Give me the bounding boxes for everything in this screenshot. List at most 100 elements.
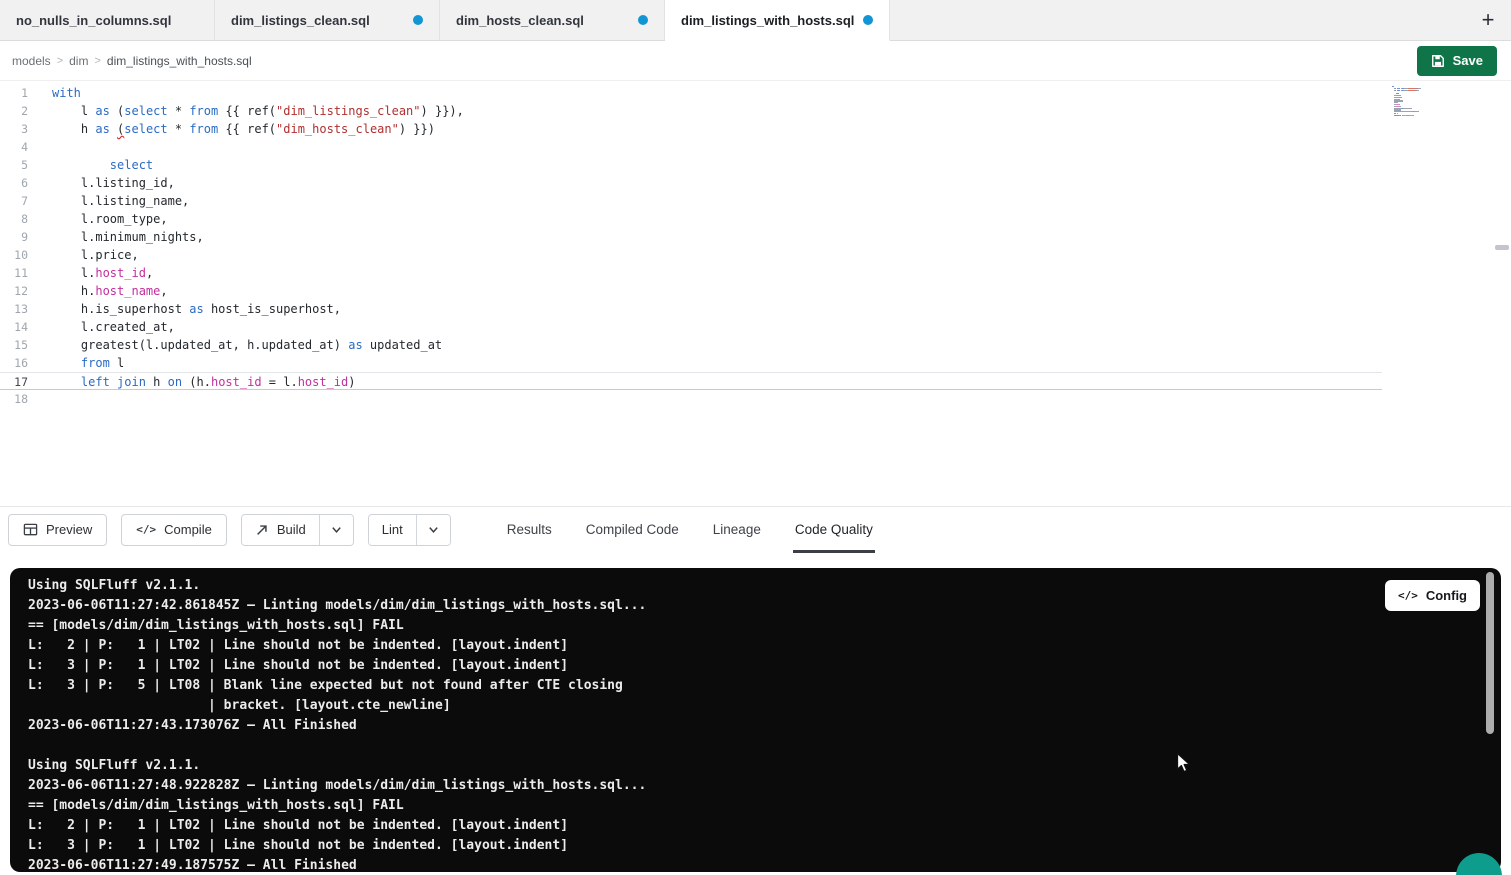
code-text: left join h on (h.host_id = l.host_id) [28, 373, 356, 389]
code-token: select [110, 158, 153, 172]
code-line[interactable]: 1with [0, 84, 1382, 102]
terminal-line: 2023-06-06T11:27:42.861845Z — Linting mo… [28, 596, 1501, 616]
panel-tab-results[interactable]: Results [505, 507, 554, 553]
new-tab-button[interactable]: + [1465, 0, 1511, 40]
line-number: 18 [0, 390, 28, 408]
breadcrumb-item[interactable]: dim [69, 54, 88, 68]
code-line[interactable]: 10 l.price, [0, 246, 1382, 264]
code-line[interactable]: 4 [0, 138, 1382, 156]
compile-button[interactable]: </> Compile [121, 514, 227, 546]
preview-table-icon [23, 522, 38, 537]
editor-tab[interactable]: dim_hosts_clean.sql [440, 0, 665, 40]
code-text: from l [28, 354, 124, 372]
code-token: as [348, 338, 362, 352]
terminal-line: == [models/dim/dim_listings_with_hosts.s… [28, 616, 1501, 636]
terminal-output: Using SQLFluff v2.1.1.2023-06-06T11:27:4… [28, 576, 1501, 872]
minimap[interactable] [1392, 86, 1452, 118]
terminal-line: L: 2 | P: 1 | LT02 | Line should not be … [28, 816, 1501, 836]
code-token: as [95, 122, 109, 136]
code-line[interactable]: 12 h.host_name, [0, 282, 1382, 300]
build-button[interactable]: Build [242, 515, 319, 545]
code-token: host_name [95, 284, 160, 298]
line-number: 15 [0, 336, 28, 354]
breadcrumb-item[interactable]: models [12, 54, 51, 68]
code-text: l as (select * from {{ ref("dim_listings… [28, 102, 464, 120]
code-token: from [81, 356, 110, 370]
code-token: as [189, 302, 203, 316]
code-line[interactable]: 15 greatest(l.updated_at, h.updated_at) … [0, 336, 1382, 354]
code-token [52, 375, 81, 389]
terminal-panel: Using SQLFluff v2.1.1.2023-06-06T11:27:4… [10, 568, 1501, 872]
tab-label: dim_listings_clean.sql [231, 13, 370, 28]
code-icon: </> [136, 523, 156, 536]
panel-tabs: Results Compiled Code Lineage Code Quality [505, 507, 875, 553]
editor-tab[interactable]: dim_listings_with_hosts.sql [665, 0, 890, 41]
editor-scrollbar[interactable] [1495, 245, 1509, 250]
code-line[interactable]: 14 l.created_at, [0, 318, 1382, 336]
code-line[interactable]: 13 h.is_superhost as host_is_superhost, [0, 300, 1382, 318]
line-number: 14 [0, 318, 28, 336]
build-options-button[interactable] [319, 515, 353, 545]
chevron-down-icon [330, 523, 343, 536]
code-token [52, 356, 81, 370]
code-token: l [52, 104, 95, 118]
terminal-line: 2023-06-06T11:27:48.922828Z — Linting mo… [28, 776, 1501, 796]
code-line[interactable]: 11 l.host_id, [0, 264, 1382, 282]
breadcrumb-separator: > [57, 55, 63, 67]
code-token [52, 158, 110, 172]
code-token: host_id [95, 266, 146, 280]
terminal-scrollbar-thumb[interactable] [1486, 572, 1494, 734]
terminal-line: 2023-06-06T11:27:49.187575Z — All Finish… [28, 856, 1501, 872]
code-line[interactable]: 8 l.room_type, [0, 210, 1382, 228]
code-token: ) }}), [421, 104, 464, 118]
panel-tab-code-quality[interactable]: Code Quality [793, 507, 875, 553]
lint-button[interactable]: Lint [369, 515, 416, 545]
editor-tab[interactable]: no_nulls_in_columns.sql [0, 0, 215, 40]
panel-tab-lineage[interactable]: Lineage [711, 507, 763, 553]
code-token: greatest(l.updated_at, h.updated_at) [52, 338, 348, 352]
code-editor[interactable]: 1with2 l as (select * from {{ ref("dim_l… [0, 81, 1511, 506]
terminal-line: L: 2 | P: 1 | LT02 | Line should not be … [28, 636, 1501, 656]
code-line[interactable]: 5 select [0, 156, 1382, 174]
unsaved-changes-dot [413, 15, 423, 25]
code-line[interactable]: 9 l.minimum_nights, [0, 228, 1382, 246]
code-token: = l. [262, 375, 298, 389]
code-line[interactable]: 18 [0, 390, 1382, 408]
code-text: h.is_superhost as host_is_superhost, [28, 300, 341, 318]
save-button[interactable]: Save [1417, 46, 1497, 76]
code-line[interactable]: 7 l.listing_name, [0, 192, 1382, 210]
code-token: l.listing_id, [52, 176, 175, 190]
breadcrumb: models>dim>dim_listings_with_hosts.sql [12, 54, 252, 68]
code-line[interactable]: 16 from l [0, 354, 1382, 372]
code-token: ) [348, 375, 355, 389]
save-button-label: Save [1453, 53, 1483, 68]
code-line[interactable]: 17 left join h on (h.host_id = l.host_id… [0, 372, 1382, 390]
code-text: l.listing_name, [28, 192, 189, 210]
tab-label: no_nulls_in_columns.sql [16, 13, 171, 28]
panel-tab-compiled-code[interactable]: Compiled Code [584, 507, 681, 553]
preview-button[interactable]: Preview [8, 514, 107, 546]
lint-split-button: Lint [368, 514, 451, 546]
code-line[interactable]: 6 l.listing_id, [0, 174, 1382, 192]
line-number: 9 [0, 228, 28, 246]
code-line[interactable]: 3 h as (select * from {{ ref("dim_hosts_… [0, 120, 1382, 138]
line-number: 17 [0, 373, 28, 389]
terminal-line: Using SQLFluff v2.1.1. [28, 576, 1501, 596]
terminal-line: 2023-06-06T11:27:43.173076Z — All Finish… [28, 716, 1501, 736]
minimap-line [1392, 117, 1452, 118]
editor-tab[interactable]: dim_listings_clean.sql [215, 0, 440, 40]
config-button[interactable]: </> Config [1385, 580, 1480, 611]
code-line[interactable]: 2 l as (select * from {{ ref("dim_listin… [0, 102, 1382, 120]
code-icon: </> [1398, 589, 1418, 602]
terminal-line: L: 3 | P: 1 | LT02 | Line should not be … [28, 836, 1501, 856]
breadcrumb-item[interactable]: dim_listings_with_hosts.sql [107, 54, 252, 68]
lint-options-button[interactable] [416, 515, 450, 545]
breadcrumb-bar: models>dim>dim_listings_with_hosts.sql S… [0, 41, 1511, 81]
unsaved-changes-dot [863, 15, 873, 25]
code-token: select [124, 104, 167, 118]
terminal-line: == [models/dim/dim_listings_with_hosts.s… [28, 796, 1501, 816]
code-token: with [52, 86, 81, 100]
code-text: l.minimum_nights, [28, 228, 204, 246]
code-token: host_id [298, 375, 349, 389]
code-token: updated_at [363, 338, 442, 352]
